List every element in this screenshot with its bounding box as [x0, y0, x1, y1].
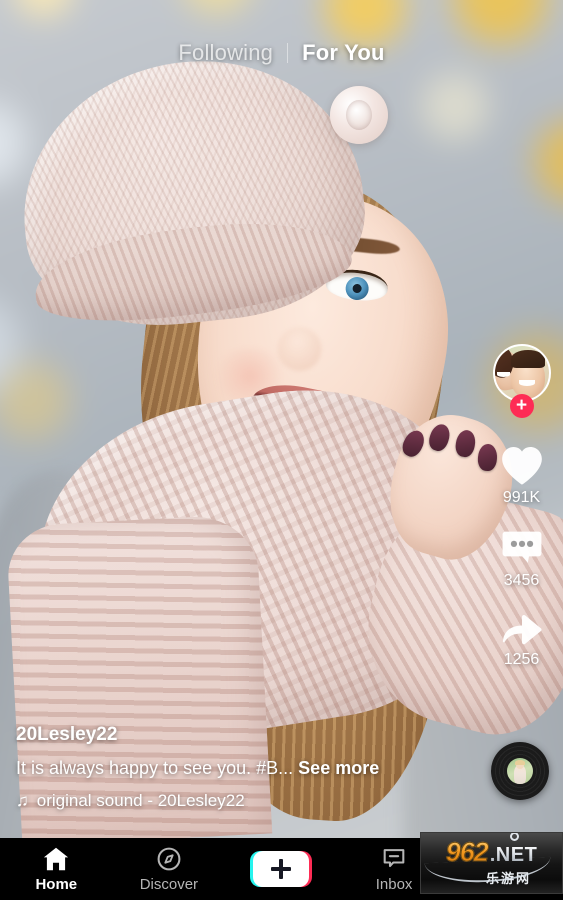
- share-count: 1256: [503, 651, 540, 668]
- watermark-swoosh: [424, 856, 552, 886]
- plus-glyph: [271, 859, 292, 879]
- nav-label-home: Home: [35, 876, 78, 893]
- like-button[interactable]: 991K: [480, 444, 563, 507]
- share-button[interactable]: 1256: [480, 608, 563, 669]
- action-rail: + 991K 3456 1256: [480, 344, 563, 669]
- comment-button[interactable]: 3456: [480, 525, 563, 590]
- nav-item-discover[interactable]: Discover: [113, 838, 226, 900]
- avatar-smile-left: [496, 372, 510, 377]
- follow-plus-badge[interactable]: +: [509, 394, 534, 418]
- music-disc-button[interactable]: [491, 742, 549, 800]
- tab-for-you[interactable]: For You: [288, 40, 398, 66]
- see-more-link[interactable]: See more: [298, 758, 379, 778]
- record-art-hair: [515, 760, 525, 765]
- spinning-record-icon: [491, 742, 549, 800]
- beanie-button: [330, 86, 388, 144]
- heart-icon: [501, 447, 542, 485]
- caption-text: It is always happy to see you. #B...: [16, 757, 294, 778]
- watermark-dot-circle: [509, 833, 519, 841]
- creator-avatar-button[interactable]: +: [480, 344, 563, 424]
- like-count: 991K: [502, 489, 541, 506]
- caption-block: 20Lesley22 It is always happy to see you…: [16, 724, 456, 812]
- comment-count: 3456: [503, 572, 540, 589]
- tiktok-app-screen: Following For You + 991K 3456 1256 20Les…: [0, 0, 563, 900]
- nav-item-create[interactable]: [225, 838, 338, 900]
- iris: [344, 275, 370, 302]
- music-title: original sound - 20Lesley22: [36, 790, 245, 810]
- avatar-hair-right: [510, 350, 545, 368]
- record-label-art: [507, 758, 533, 784]
- top-tab-bar: Following For You: [0, 40, 563, 66]
- home-icon: [44, 847, 69, 871]
- compass-icon: [157, 847, 181, 871]
- nav-item-home[interactable]: Home: [0, 838, 113, 900]
- nav-label-inbox: Inbox: [375, 876, 413, 893]
- create-white-face: [253, 851, 310, 887]
- create-plus-icon[interactable]: [250, 851, 313, 887]
- nav-label-discover: Discover: [139, 876, 199, 893]
- music-note-icon: ♫: [16, 791, 29, 811]
- tab-following[interactable]: Following: [164, 40, 287, 66]
- inbox-icon: [383, 849, 405, 868]
- creator-username[interactable]: 20Lesley22: [16, 724, 456, 747]
- share-arrow-icon: [502, 614, 542, 645]
- video-player[interactable]: [0, 0, 563, 838]
- follow-plus-icon: +: [515, 394, 528, 416]
- comment-bubble-icon: [502, 531, 541, 563]
- site-watermark: 962 .NET 乐游网: [420, 832, 563, 894]
- avatar-smile-right: [518, 380, 535, 386]
- video-caption: It is always happy to see you. #B... See…: [16, 757, 456, 780]
- music-credit[interactable]: ♫ original sound - 20Lesley22: [16, 790, 456, 812]
